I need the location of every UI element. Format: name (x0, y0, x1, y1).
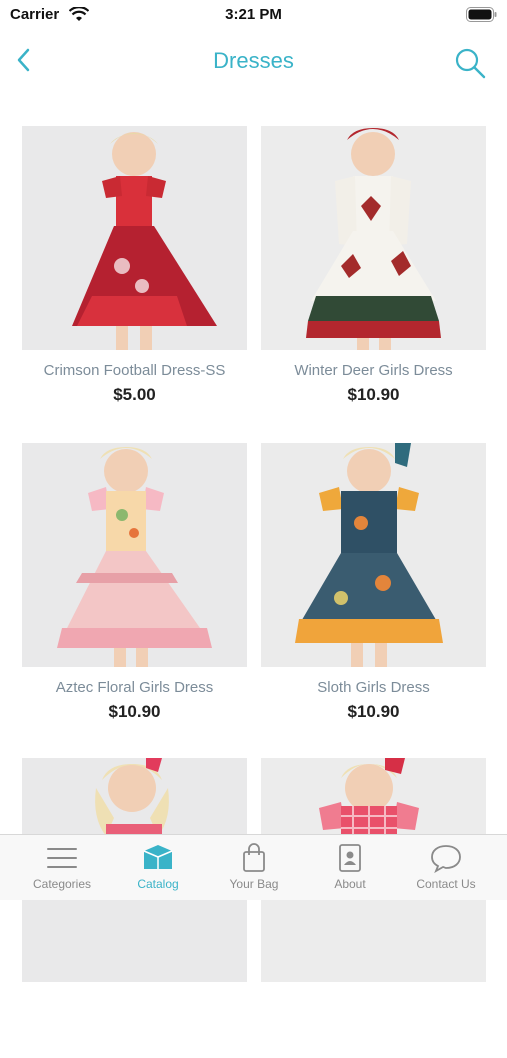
tab-catalog[interactable]: Catalog (108, 843, 208, 891)
product-photo (22, 126, 247, 350)
product-name: Winter Deer Girls Dress (294, 362, 453, 379)
tab-about[interactable]: About (300, 843, 400, 891)
tab-label: Categories (32, 877, 92, 891)
nav-bar: Dresses (0, 36, 507, 86)
battery-icon (466, 7, 497, 22)
tab-categories[interactable]: Categories (12, 843, 112, 891)
product-card[interactable]: Crimson Football Dress-SS $5.00 (22, 126, 247, 426)
chat-bubble-icon (431, 845, 461, 873)
product-price: $10.90 (347, 702, 400, 721)
product-photo (261, 126, 486, 350)
product-card[interactable] (261, 758, 486, 1058)
product-name: Sloth Girls Dress (317, 679, 430, 696)
product-price: $5.00 (113, 385, 156, 404)
product-name: Aztec Floral Girls Dress (55, 679, 214, 696)
tab-your-bag[interactable]: Your Bag (204, 843, 304, 891)
product-card[interactable] (22, 758, 247, 1058)
product-price: $10.90 (347, 385, 400, 404)
tab-bar: Categories Catalog Your Bag About Contac… (0, 834, 507, 900)
product-price: $10.90 (108, 702, 161, 721)
product-card[interactable]: Winter Deer Girls Dress $10.90 (261, 126, 486, 426)
page-title: Dresses (213, 48, 294, 73)
product-photo (261, 443, 486, 667)
tab-label: About (334, 877, 366, 891)
box-icon (143, 845, 173, 869)
bag-icon (243, 843, 265, 872)
product-card[interactable]: Aztec Floral Girls Dress $10.90 (22, 443, 247, 743)
tab-contact-us[interactable]: Contact Us (396, 843, 496, 891)
menu-icon (47, 848, 77, 868)
contact-card-icon (339, 844, 361, 872)
tab-label: Your Bag (229, 877, 279, 891)
product-card[interactable]: Sloth Girls Dress $10.90 (261, 443, 486, 743)
product-name: Crimson Football Dress-SS (43, 362, 226, 379)
tab-label: Contact Us (416, 877, 476, 891)
product-photo (22, 443, 247, 667)
status-bar: Carrier 3:21 PM (0, 0, 507, 30)
tab-label: Catalog (137, 877, 179, 891)
status-time: 3:21 PM (225, 6, 282, 23)
search-icon[interactable] (453, 46, 487, 80)
